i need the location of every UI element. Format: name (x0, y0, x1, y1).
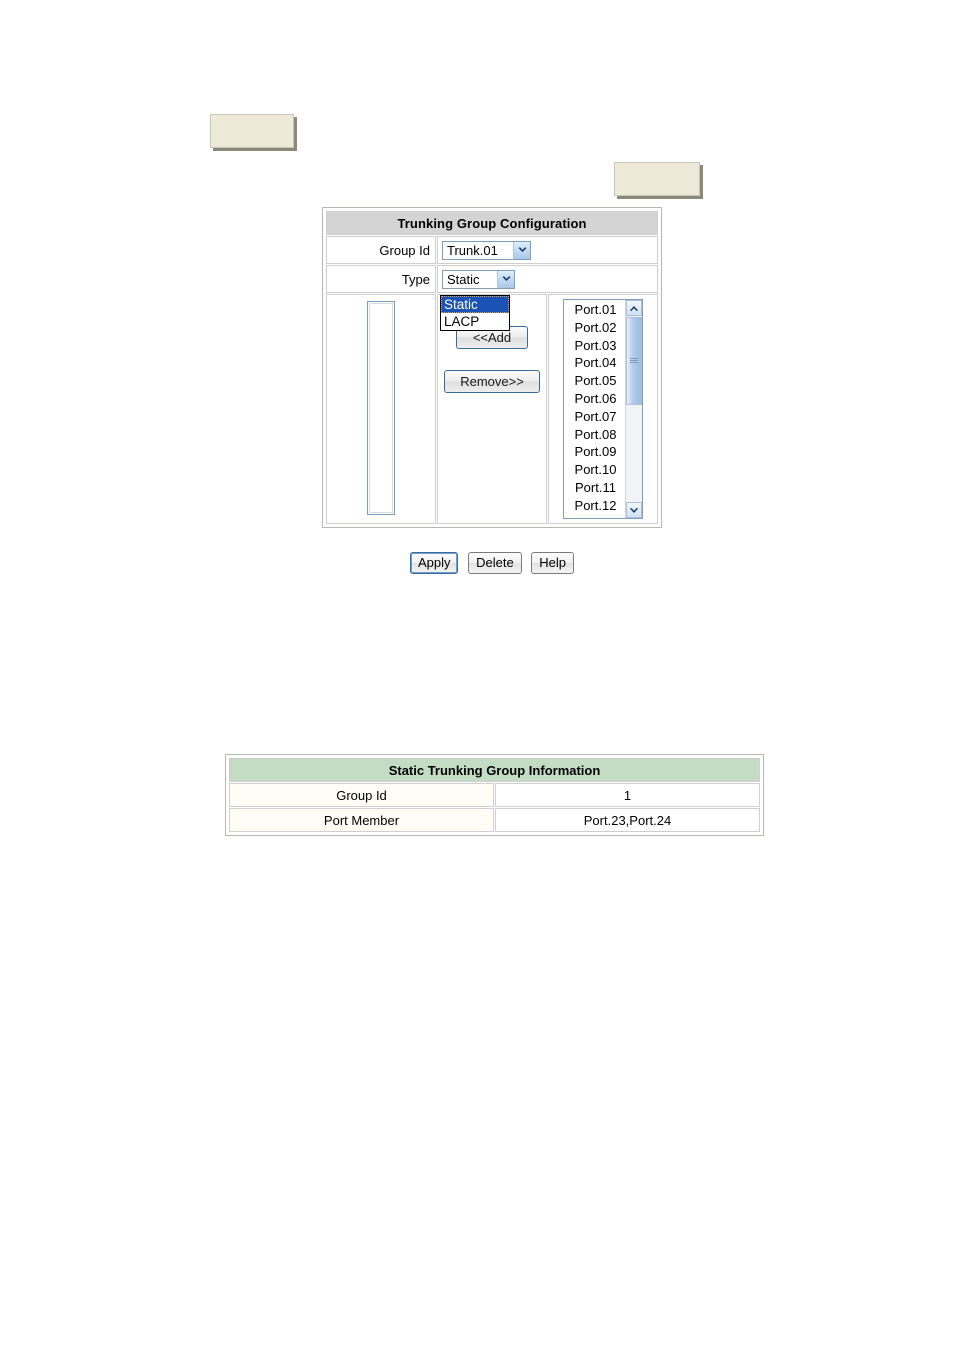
scrollbar-thumb[interactable] (626, 317, 642, 405)
info-header-row: Static Trunking Group Information (229, 758, 760, 782)
available-ports-items[interactable]: Port.01 Port.02 Port.03 Port.04 Port.05 Port.… (564, 300, 625, 518)
type-select[interactable]: Static (442, 269, 515, 289)
type-row: Type Static (326, 265, 658, 293)
available-ports-scrollbar[interactable] (625, 300, 642, 518)
table-row: Group Id 1 (229, 783, 760, 807)
listbox-inner-edge (369, 303, 393, 513)
info-group-id-value: 1 (495, 783, 760, 807)
top-left-placeholder-box (210, 114, 294, 148)
group-id-label: Group Id (326, 236, 436, 264)
info-port-member-value: Port.23,Port.24 (495, 808, 760, 832)
trunking-group-configuration-panel: Trunking Group Configuration Group Id Tr… (322, 207, 662, 528)
trunking-group-configuration-table: Trunking Group Configuration Group Id Tr… (325, 210, 659, 525)
type-dropdown-options[interactable]: Static LACP (440, 295, 510, 331)
static-trunking-group-information-table: Static Trunking Group Information Group … (228, 757, 761, 833)
group-id-selected-value: Trunk.01 (447, 242, 498, 258)
port-list-item[interactable]: Port.10 (566, 461, 625, 479)
scroll-up-arrow-icon[interactable] (626, 300, 642, 316)
port-list-item[interactable]: Port.01 (566, 301, 625, 319)
chevron-down-icon[interactable] (513, 241, 530, 259)
remove-button[interactable]: Remove>> (444, 370, 540, 393)
group-id-row: Group Id Trunk.01 (326, 236, 658, 264)
static-trunking-group-information-panel: Static Trunking Group Information Group … (225, 754, 764, 836)
scrollbar-grip-icon (630, 358, 638, 364)
type-label: Type (326, 265, 436, 293)
port-list-item[interactable]: Port.02 (566, 319, 625, 337)
trunk-member-listbox[interactable] (367, 301, 395, 515)
port-list-item[interactable]: Port.12 (566, 497, 625, 515)
port-list-item[interactable]: Port.08 (566, 426, 625, 444)
available-ports-listbox[interactable]: Port.01 Port.02 Port.03 Port.04 Port.05 Port.… (563, 299, 643, 519)
help-button[interactable]: Help (531, 552, 575, 574)
group-id-field-cell: Trunk.01 (437, 236, 658, 264)
available-ports-pane: Port.01 Port.02 Port.03 Port.04 Port.05 Port.… (548, 294, 658, 524)
type-option-static[interactable]: Static (441, 296, 509, 313)
scroll-down-arrow-icon[interactable] (626, 502, 642, 518)
member-list-pane (326, 294, 436, 524)
port-list-item[interactable]: Port.07 (566, 408, 625, 426)
table-row: Port Member Port.23,Port.24 (229, 808, 760, 832)
apply-button[interactable]: Apply (409, 552, 459, 574)
info-panel-title: Static Trunking Group Information (229, 758, 760, 782)
delete-button[interactable]: Delete (468, 552, 522, 574)
port-list-item[interactable]: Port.05 (566, 372, 625, 390)
top-right-placeholder-box (614, 162, 700, 196)
info-group-id-label: Group Id (229, 783, 494, 807)
config-panel-title: Trunking Group Configuration (326, 211, 658, 235)
info-port-member-label: Port Member (229, 808, 494, 832)
form-action-buttons: Apply Delete Help (322, 552, 662, 574)
group-id-select[interactable]: Trunk.01 (442, 240, 531, 260)
port-list-item[interactable]: Port.09 (566, 443, 625, 461)
port-list-item[interactable]: Port.11 (566, 479, 625, 497)
config-header-row: Trunking Group Configuration (326, 211, 658, 235)
type-selected-value: Static (447, 271, 480, 287)
chevron-down-icon[interactable] (497, 270, 514, 288)
type-field-cell: Static (437, 265, 658, 293)
port-list-item[interactable]: Port.03 (566, 337, 625, 355)
port-list-item[interactable]: Port.06 (566, 390, 625, 408)
port-list-item[interactable]: Port.04 (566, 354, 625, 372)
type-option-lacp[interactable]: LACP (441, 313, 509, 330)
